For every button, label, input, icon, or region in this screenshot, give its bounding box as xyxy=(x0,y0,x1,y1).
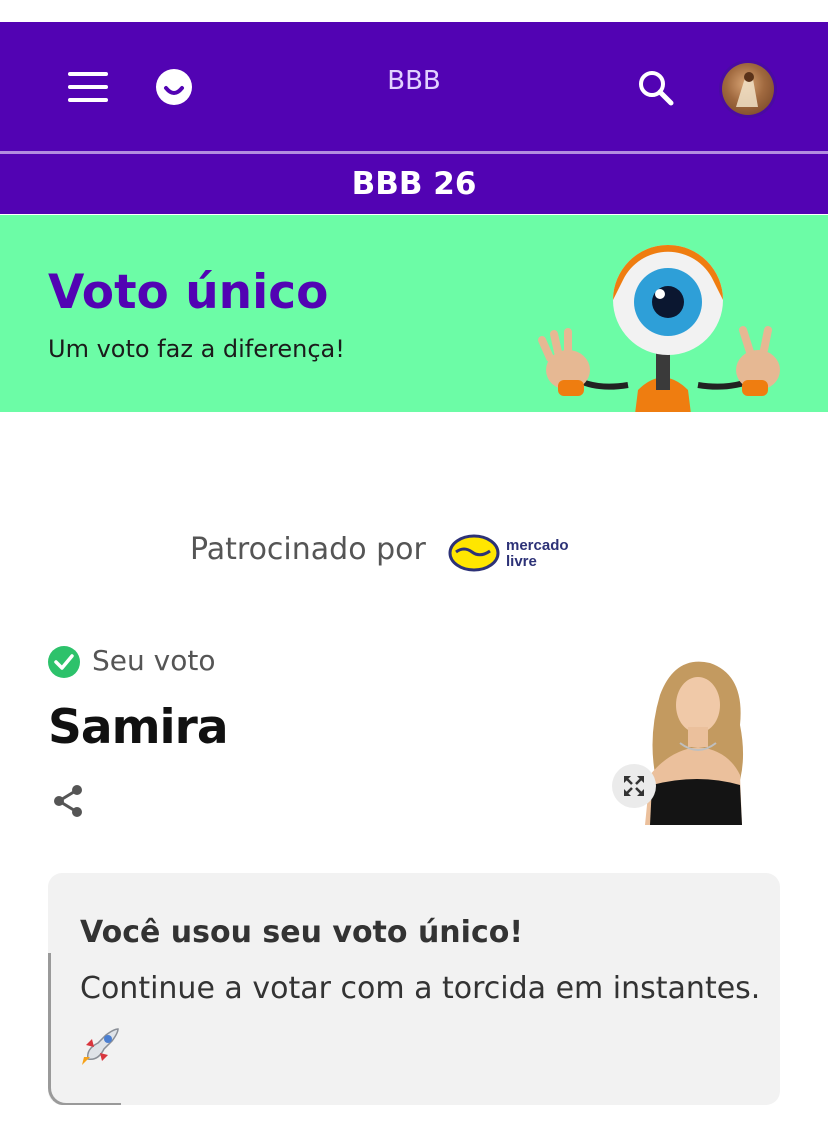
sponsor-label: Patrocinado por xyxy=(190,532,426,567)
globo-logo-icon[interactable] xyxy=(156,69,192,105)
section-title[interactable]: BBB 26 xyxy=(0,154,828,214)
search-icon[interactable] xyxy=(634,66,678,110)
banner-title: Voto único xyxy=(48,265,329,320)
card-title: Você usou seu voto único! xyxy=(80,915,524,950)
logo-line1: mercado xyxy=(506,537,569,554)
mercado-livre-logo-icon[interactable]: mercado livre xyxy=(448,532,588,574)
menu-button[interactable] xyxy=(66,70,110,104)
bbb-eye-mascot-icon xyxy=(538,245,780,412)
rocket-icon xyxy=(82,1028,119,1065)
user-avatar[interactable] xyxy=(722,63,774,115)
vote-status-label: Seu voto xyxy=(92,644,216,677)
top-header: BBB xyxy=(0,22,828,151)
candidate-name: Samira xyxy=(48,700,229,755)
logo-line2: livre xyxy=(506,553,537,570)
vote-used-card: Você usou seu voto único! Continue a vot… xyxy=(48,873,780,1105)
check-circle-icon xyxy=(48,646,80,678)
header-title[interactable]: BBB xyxy=(330,66,498,96)
banner-subtitle: Um voto faz a diferença! xyxy=(48,335,345,363)
voto-unico-banner: Voto único Um voto faz a diferença! xyxy=(0,215,828,412)
share-icon[interactable] xyxy=(50,783,86,819)
expand-photo-button[interactable] xyxy=(612,764,656,808)
expand-icon xyxy=(624,776,644,796)
card-text: Continue a votar com a torcida em instan… xyxy=(80,971,761,1006)
